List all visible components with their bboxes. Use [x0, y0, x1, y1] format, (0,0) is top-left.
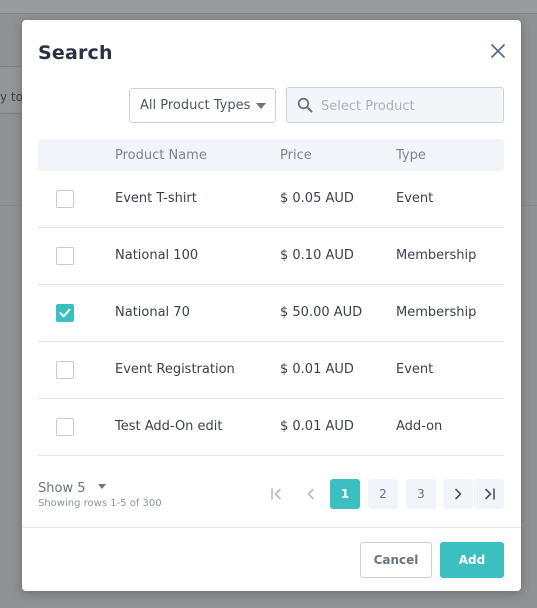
rows-per-page-label: Show 5	[38, 481, 86, 496]
last-page-button[interactable]	[474, 479, 504, 509]
page-button-2[interactable]: 2	[368, 479, 398, 509]
row-price: $ 0.05 AUD	[280, 191, 354, 206]
next-page-button[interactable]	[443, 479, 473, 509]
page-button-1[interactable]: 1	[330, 479, 360, 509]
row-product-name: Event T-shirt	[115, 191, 197, 206]
table-header: Product Name Price Type	[38, 139, 504, 171]
row-product-name: Test Add-On edit	[115, 419, 223, 434]
row-product-name: National 100	[115, 248, 199, 263]
close-icon	[491, 44, 505, 58]
row-type: Membership	[396, 305, 477, 320]
row-product-name: Event Registration	[115, 362, 235, 377]
background-field-text: y to	[0, 90, 23, 104]
caret-down-icon	[256, 103, 266, 109]
row-price: $ 50.00 AUD	[280, 305, 363, 320]
header-price: Price	[280, 148, 312, 163]
row-type: Add-on	[396, 419, 443, 434]
search-icon	[297, 97, 313, 113]
page-button-3[interactable]: 3	[406, 479, 436, 509]
background-topbar	[0, 0, 537, 14]
table-row[interactable]: Event Registration $ 0.01 AUD Event	[38, 342, 504, 399]
prev-page-button[interactable]	[296, 479, 326, 509]
row-checkbox[interactable]	[56, 247, 74, 265]
close-button[interactable]	[487, 40, 509, 62]
add-button[interactable]: Add	[440, 542, 504, 578]
table-row[interactable]: Test Add-On edit $ 0.01 AUD Add-on	[38, 399, 504, 456]
row-price: $ 0.10 AUD	[280, 248, 354, 263]
row-type: Event	[396, 191, 434, 206]
row-type: Membership	[396, 248, 477, 263]
chevron-right-icon	[455, 488, 462, 500]
last-page-icon	[485, 488, 495, 500]
table-row[interactable]: Event T-shirt $ 0.05 AUD Event	[38, 171, 504, 228]
caret-down-icon	[97, 484, 106, 489]
chevron-left-icon	[307, 488, 314, 500]
product-search-box[interactable]	[286, 87, 504, 123]
product-type-select[interactable]: All Product Types	[129, 88, 276, 123]
row-type: Event	[396, 362, 434, 377]
header-product-name: Product Name	[115, 148, 207, 163]
products-table: Product Name Price Type Event T-shirt $ …	[38, 139, 504, 456]
check-icon	[59, 308, 71, 318]
modal-title: Search	[38, 42, 113, 64]
row-product-name: National 70	[115, 305, 190, 320]
row-checkbox[interactable]	[56, 190, 74, 208]
rows-per-page-select[interactable]: Show 5	[38, 481, 106, 496]
search-modal: Search All Product Types Product Name Pr…	[22, 20, 521, 591]
row-checkbox[interactable]	[56, 361, 74, 379]
table-row[interactable]: National 100 $ 0.10 AUD Membership	[38, 228, 504, 285]
footer-divider	[22, 527, 521, 528]
row-checkbox[interactable]	[56, 418, 74, 436]
row-price: $ 0.01 AUD	[280, 419, 354, 434]
row-checkbox-checked[interactable]	[56, 304, 74, 322]
row-price: $ 0.01 AUD	[280, 362, 354, 377]
first-page-icon	[271, 488, 281, 500]
product-type-select-value: All Product Types	[140, 98, 251, 113]
rows-info: Showing rows 1-5 of 300	[38, 498, 162, 509]
first-page-button[interactable]	[262, 479, 292, 509]
table-row[interactable]: National 70 $ 50.00 AUD Membership	[38, 285, 504, 342]
cancel-button[interactable]: Cancel	[360, 542, 432, 578]
product-search-input[interactable]	[321, 96, 496, 116]
header-type: Type	[396, 148, 426, 163]
